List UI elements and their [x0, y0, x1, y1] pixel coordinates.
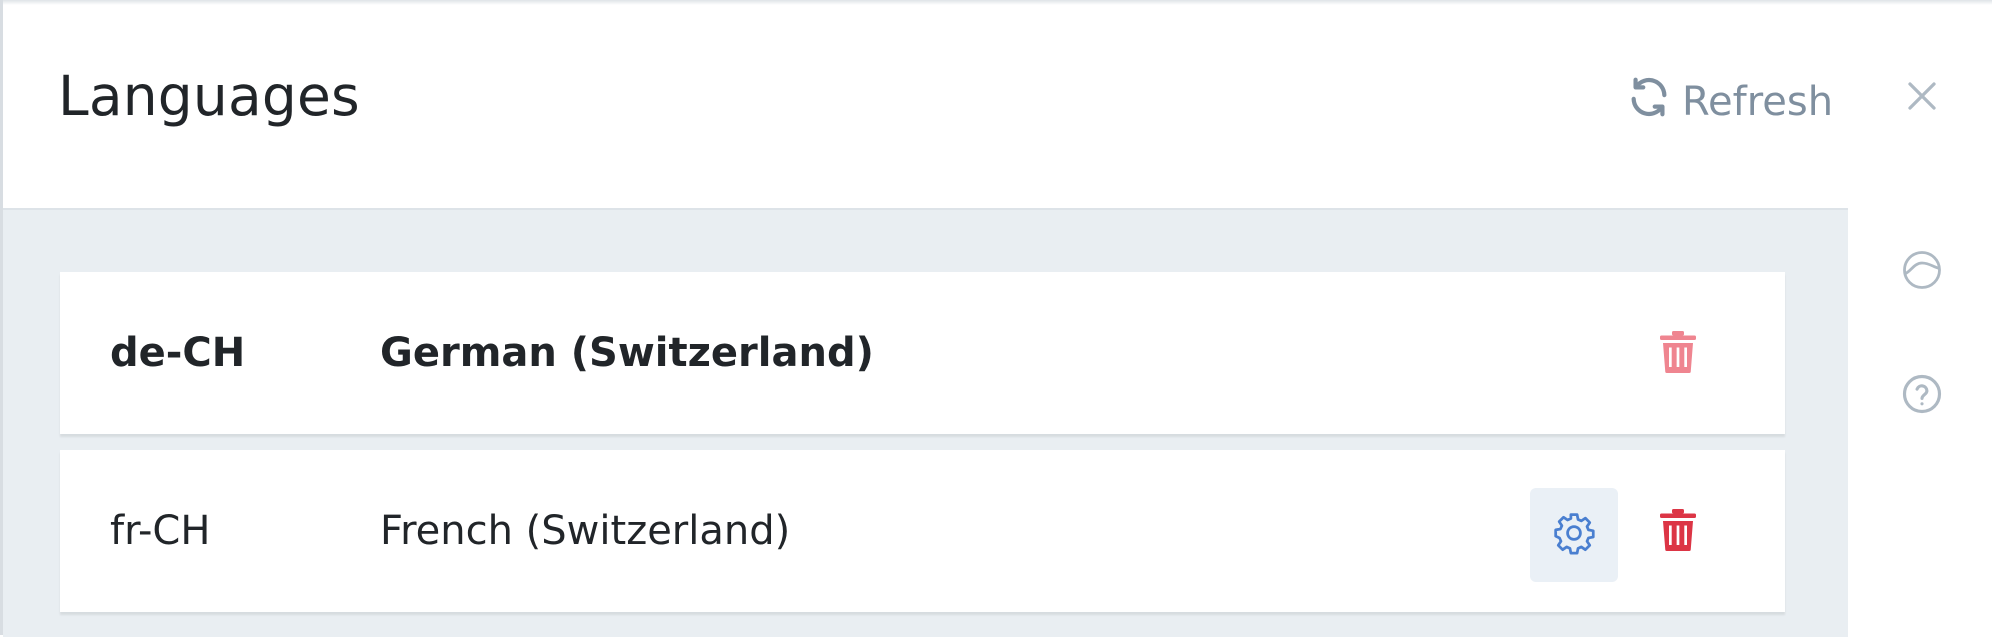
language-name: German (Switzerland)	[380, 330, 874, 376]
refresh-label: Refresh	[1682, 79, 1834, 125]
refresh-button[interactable]: Refresh	[1626, 74, 1833, 130]
refresh-icon	[1626, 74, 1672, 130]
history-sidebar-button[interactable]	[1900, 250, 1944, 294]
help-icon	[1901, 373, 1943, 419]
delete-language-button[interactable]	[1656, 330, 1700, 378]
history-icon	[1901, 249, 1943, 295]
page-title: Languages	[58, 64, 360, 128]
gear-icon	[1552, 511, 1596, 559]
language-row-fr-ch: fr-CH French (Switzerland)	[60, 450, 1785, 612]
close-icon	[1904, 78, 1940, 118]
trash-icon	[1660, 330, 1696, 378]
language-code: de-CH	[110, 330, 246, 376]
delete-language-button[interactable]	[1656, 508, 1700, 556]
language-name: French (Switzerland)	[380, 508, 791, 554]
language-row-de-ch: de-CH German (Switzerland)	[60, 272, 1785, 434]
help-sidebar-button[interactable]	[1900, 374, 1944, 418]
language-code: fr-CH	[110, 508, 211, 554]
language-settings-button[interactable]	[1530, 488, 1618, 582]
close-button[interactable]	[1902, 76, 1942, 120]
trash-icon	[1660, 508, 1696, 556]
top-border	[0, 0, 1992, 5]
languages-list: de-CH German (Switzerland) fr-CH French …	[3, 208, 1848, 637]
